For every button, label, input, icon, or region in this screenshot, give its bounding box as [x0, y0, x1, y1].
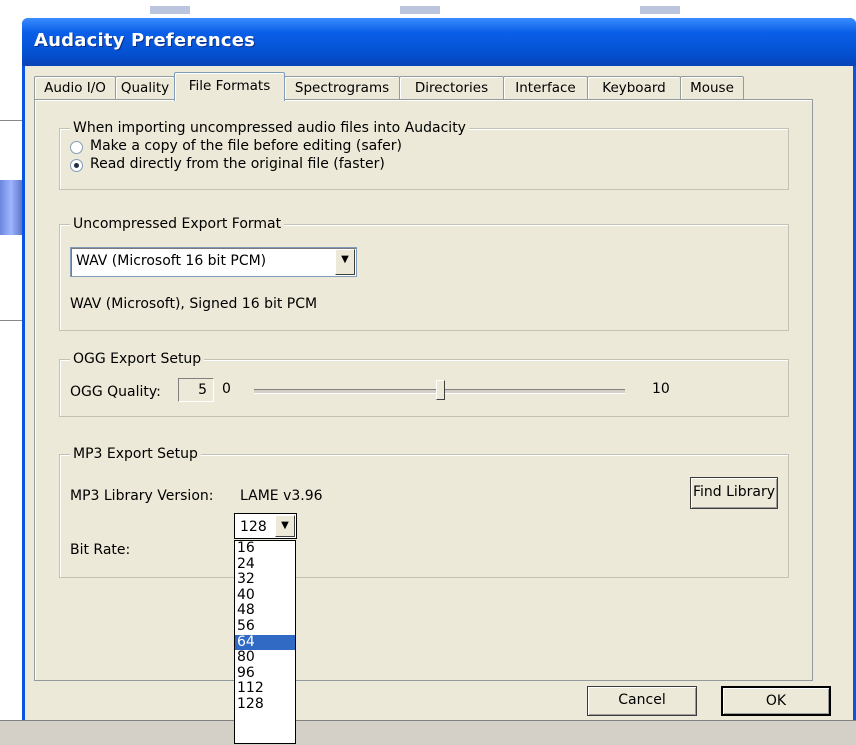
bitrate-option[interactable]: 56 [235, 619, 295, 635]
background-waveform [0, 180, 22, 235]
dialog-body: Audio I/O Quality File Formats Spectrogr… [25, 66, 853, 734]
mp3-library-version: LAME v3.96 [240, 488, 323, 504]
mp3-library-label: MP3 Library Version: [70, 488, 214, 504]
background-divider [0, 120, 22, 121]
chevron-down-icon[interactable]: ▼ [275, 515, 295, 537]
tab-quality[interactable]: Quality [115, 76, 175, 100]
ogg-export-group: OGG Export Setup OGG Quality: 5 0 10 [59, 350, 789, 417]
bitrate-option[interactable]: 80 [235, 650, 295, 666]
read-directly-radio[interactable] [70, 159, 83, 172]
title-bar[interactable]: Audacity Preferences [22, 18, 856, 66]
copy-file-radio[interactable] [70, 141, 83, 154]
ok-button[interactable]: OK [721, 686, 831, 716]
bitrate-option[interactable]: 16 [235, 541, 295, 557]
bitrate-value: 128 [240, 519, 267, 535]
bitrate-option[interactable]: 32 [235, 572, 295, 588]
ogg-max-label: 10 [652, 381, 670, 397]
tab-audio-io[interactable]: Audio I/O [34, 76, 116, 100]
bitrate-option[interactable]: 40 [235, 587, 295, 604]
background-ruler-mark [400, 6, 440, 14]
tab-keyboard[interactable]: Keyboard [587, 76, 681, 100]
preferences-dialog: Audacity Preferences Audio I/O Quality F… [22, 18, 856, 734]
tab-directories[interactable]: Directories [399, 76, 504, 100]
background-divider [0, 320, 22, 321]
cancel-button[interactable]: Cancel [587, 686, 697, 716]
bitrate-label: Bit Rate: [70, 542, 131, 558]
bitrate-option[interactable]: 96 [235, 665, 295, 682]
mp3-group-legend: MP3 Export Setup [70, 445, 201, 463]
bitrate-select[interactable]: 128 ▼ [234, 513, 297, 539]
ogg-quality-value[interactable]: 5 [178, 378, 214, 402]
bitrate-option[interactable]: 112 [235, 681, 295, 697]
read-directly-label[interactable]: Read directly from the original file (fa… [90, 155, 385, 173]
uncompressed-export-group: Uncompressed Export Format WAV (Microsof… [59, 215, 789, 331]
bitrate-option[interactable]: 64 [235, 634, 295, 651]
export-format-value: WAV (Microsoft 16 bit PCM) [76, 253, 267, 269]
find-library-button[interactable]: Find Library [690, 477, 778, 509]
bitrate-option[interactable]: 48 [235, 603, 295, 619]
dialog-title: Audacity Preferences [34, 30, 256, 51]
ogg-quality-slider-handle[interactable] [435, 380, 445, 400]
export-format-description: WAV (Microsoft), Signed 16 bit PCM [70, 296, 318, 312]
ogg-group-legend: OGG Export Setup [70, 350, 205, 368]
ogg-min-label: 0 [222, 381, 231, 397]
background-ruler-mark [150, 6, 190, 14]
background-track-area [0, 0, 22, 744]
tab-interface[interactable]: Interface [503, 76, 588, 100]
tab-spectrograms[interactable]: Spectrograms [284, 76, 400, 100]
mp3-export-group: MP3 Export Setup MP3 Library Version: LA… [59, 445, 789, 578]
bitrate-dropdown-list[interactable]: 16 24 32 40 48 56 64 80 96 112 128 [234, 540, 296, 744]
export-format-select[interactable]: WAV (Microsoft 16 bit PCM) ▼ [70, 247, 357, 277]
import-options-group: When importing uncompressed audio files … [59, 119, 789, 190]
export-group-legend: Uncompressed Export Format [70, 215, 285, 233]
tab-file-formats[interactable]: File Formats [174, 72, 285, 101]
background-status-strip [0, 720, 856, 745]
chevron-down-icon[interactable]: ▼ [335, 249, 355, 275]
background-ruler-mark [640, 6, 680, 14]
file-formats-panel: When importing uncompressed audio files … [34, 99, 813, 681]
import-group-legend: When importing uncompressed audio files … [70, 119, 469, 137]
bitrate-option[interactable]: 128 [235, 697, 295, 713]
ogg-quality-label: OGG Quality: [70, 384, 161, 400]
bitrate-option[interactable]: 24 [235, 556, 295, 573]
tab-mouse[interactable]: Mouse [680, 76, 744, 100]
copy-file-label[interactable]: Make a copy of the file before editing (… [90, 137, 402, 155]
